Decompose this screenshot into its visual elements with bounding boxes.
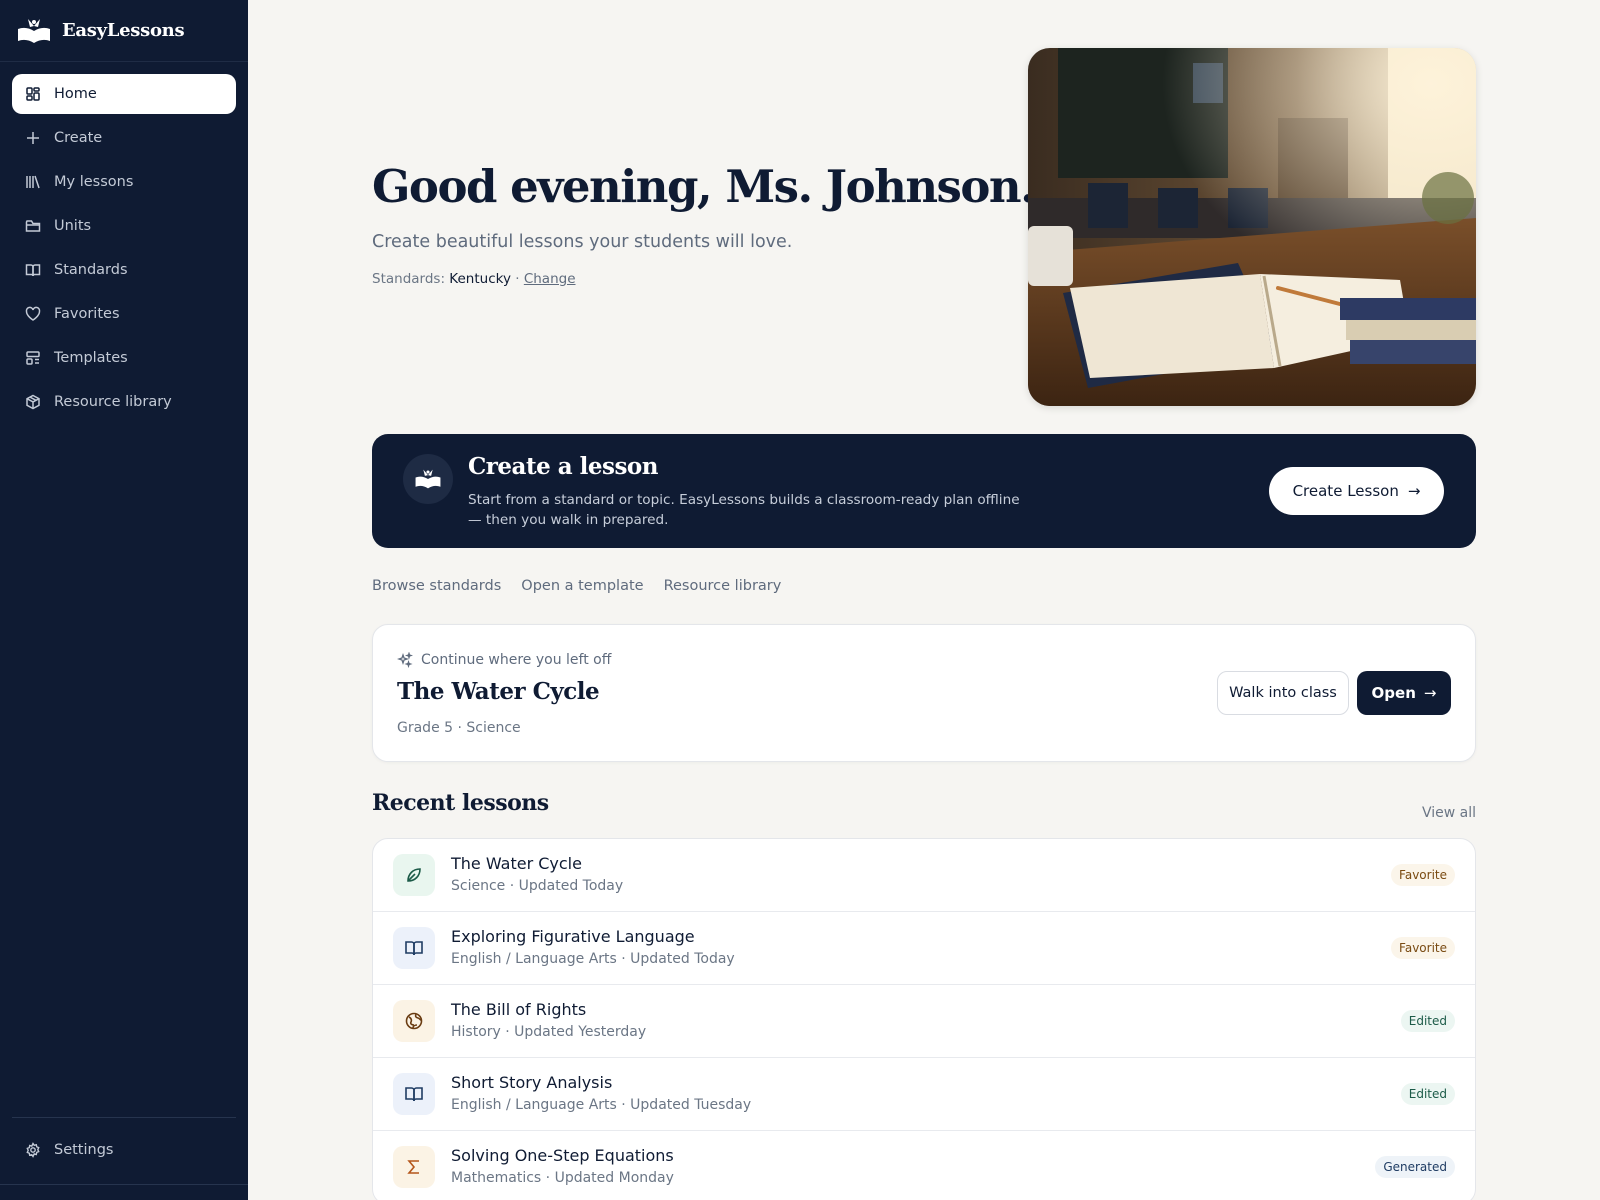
page-title: Good evening, Ms. Johnson.: [372, 160, 1036, 213]
sidebar-item-label: Create: [54, 130, 103, 146]
lesson-title: The Bill of Rights: [451, 1000, 587, 1019]
view-all-link[interactable]: View all: [1422, 805, 1476, 821]
list-item[interactable]: The Water Cycle Science · Updated Today …: [373, 839, 1475, 912]
sidebar-divider: [0, 1184, 248, 1185]
standards-separator: ·: [515, 271, 520, 287]
quick-links: Browse standards Open a template Resourc…: [372, 578, 781, 594]
lesson-title: Short Story Analysis: [451, 1073, 613, 1092]
book-logo-icon: [403, 454, 453, 504]
lesson-title: Solving One-Step Equations: [451, 1146, 674, 1165]
cta-title: Create a lesson: [468, 453, 658, 480]
sidebar-item-label: My lessons: [54, 174, 134, 190]
status-badge: Generated: [1375, 1156, 1455, 1178]
open-template-link[interactable]: Open a template: [521, 578, 643, 594]
lesson-title: The Water Cycle: [451, 854, 582, 873]
arrow-right-icon: →: [1423, 684, 1437, 702]
sidebar-item-label: Home: [54, 86, 97, 102]
layout-icon: [25, 350, 41, 366]
walk-into-class-button[interactable]: Walk into class: [1217, 671, 1349, 715]
continue-label-text: Continue where you left off: [421, 652, 612, 668]
sigma-icon: [393, 1146, 435, 1188]
cta-description: Start from a standard or topic. EasyLess…: [468, 492, 1020, 528]
recent-lessons-title: Recent lessons: [372, 790, 549, 816]
status-badge: Edited: [1400, 1010, 1455, 1032]
standards-line: Standards: Kentucky · Change: [372, 271, 576, 287]
sidebar-item-templates[interactable]: Templates: [12, 338, 236, 378]
sidebar-item-create[interactable]: Create: [12, 118, 236, 158]
lesson-meta: English / Language Arts · Updated Tuesda…: [451, 1097, 752, 1113]
standards-state: Kentucky: [449, 271, 511, 287]
continue-lesson-title: The Water Cycle: [397, 678, 600, 705]
recent-lessons-list: The Water Cycle Science · Updated Today …: [372, 838, 1476, 1200]
open-button-label: Open: [1371, 684, 1416, 702]
sidebar-item-settings[interactable]: Settings: [12, 1130, 236, 1170]
create-lesson-banner: Create a lesson Start from a standard or…: [372, 434, 1476, 548]
arrow-right-icon: →: [1407, 482, 1421, 500]
sidebar-item-resource-library[interactable]: Resource library: [12, 382, 236, 422]
sidebar-item-home[interactable]: Home: [12, 74, 236, 114]
sidebar: EasyLessons Home Create My lessons Units: [0, 0, 248, 1200]
brand[interactable]: EasyLessons: [0, 0, 248, 62]
status-badge: Favorite: [1391, 937, 1455, 959]
leaf-icon: [393, 854, 435, 896]
sidebar-item-favorites[interactable]: Favorites: [12, 294, 236, 334]
brand-name: EasyLessons: [62, 20, 185, 41]
sidebar-item-label: Favorites: [54, 306, 120, 322]
sparkles-icon: [397, 652, 413, 668]
sidebar-item-standards[interactable]: Standards: [12, 250, 236, 290]
lesson-title: Exploring Figurative Language: [451, 927, 695, 946]
continue-lesson-meta: Grade 5 · Science: [397, 720, 521, 736]
sidebar-item-my-lessons[interactable]: My lessons: [12, 162, 236, 202]
lesson-meta: Science · Updated Today: [451, 878, 624, 894]
plus-icon: [25, 130, 41, 146]
standards-label: Standards:: [372, 271, 445, 287]
sidebar-item-label: Units: [54, 218, 92, 234]
library-icon: [25, 174, 41, 190]
book-open-icon: [393, 1073, 435, 1115]
hero-subtitle: Create beautiful lessons your students w…: [372, 232, 793, 252]
book-open-icon: [25, 262, 41, 278]
resource-library-link[interactable]: Resource library: [664, 578, 782, 594]
sidebar-item-units[interactable]: Units: [12, 206, 236, 246]
sidebar-item-label: Settings: [54, 1142, 114, 1158]
sidebar-item-label: Standards: [54, 262, 128, 278]
create-lesson-button-label: Create Lesson: [1292, 482, 1399, 500]
list-item[interactable]: Short Story Analysis English / Language …: [373, 1058, 1475, 1131]
status-badge: Favorite: [1391, 864, 1455, 886]
continue-label: Continue where you left off: [397, 652, 611, 668]
package-icon: [25, 394, 41, 410]
change-standards-link[interactable]: Change: [524, 271, 576, 287]
sidebar-nav: Home Create My lessons Units Standards F…: [0, 62, 248, 438]
sidebar-footer: Settings: [12, 1117, 236, 1174]
browse-standards-link[interactable]: Browse standards: [372, 578, 501, 594]
list-item[interactable]: Exploring Figurative Language English / …: [373, 912, 1475, 985]
folder-icon: [25, 218, 41, 234]
hero-classroom-image: [1028, 48, 1476, 406]
sidebar-item-label: Resource library: [54, 394, 172, 410]
status-badge: Edited: [1400, 1083, 1455, 1105]
globe-icon: [393, 1000, 435, 1042]
lesson-meta: History · Updated Yesterday: [451, 1024, 647, 1040]
lesson-meta: Mathematics · Updated Monday: [451, 1170, 674, 1186]
open-lesson-button[interactable]: Open →: [1357, 671, 1451, 715]
list-item[interactable]: Solving One-Step Equations Mathematics ·…: [373, 1131, 1475, 1200]
heart-icon: [25, 306, 41, 322]
create-lesson-button[interactable]: Create Lesson →: [1269, 467, 1444, 515]
gear-icon: [25, 1142, 41, 1158]
continue-card: Continue where you left off The Water Cy…: [372, 624, 1476, 762]
lesson-meta: English / Language Arts · Updated Today: [451, 951, 735, 967]
list-item[interactable]: The Bill of Rights History · Updated Yes…: [373, 985, 1475, 1058]
sidebar-item-label: Templates: [54, 350, 128, 366]
grid-icon: [25, 86, 41, 102]
book-open-icon: [393, 927, 435, 969]
book-logo-icon: [18, 18, 50, 43]
